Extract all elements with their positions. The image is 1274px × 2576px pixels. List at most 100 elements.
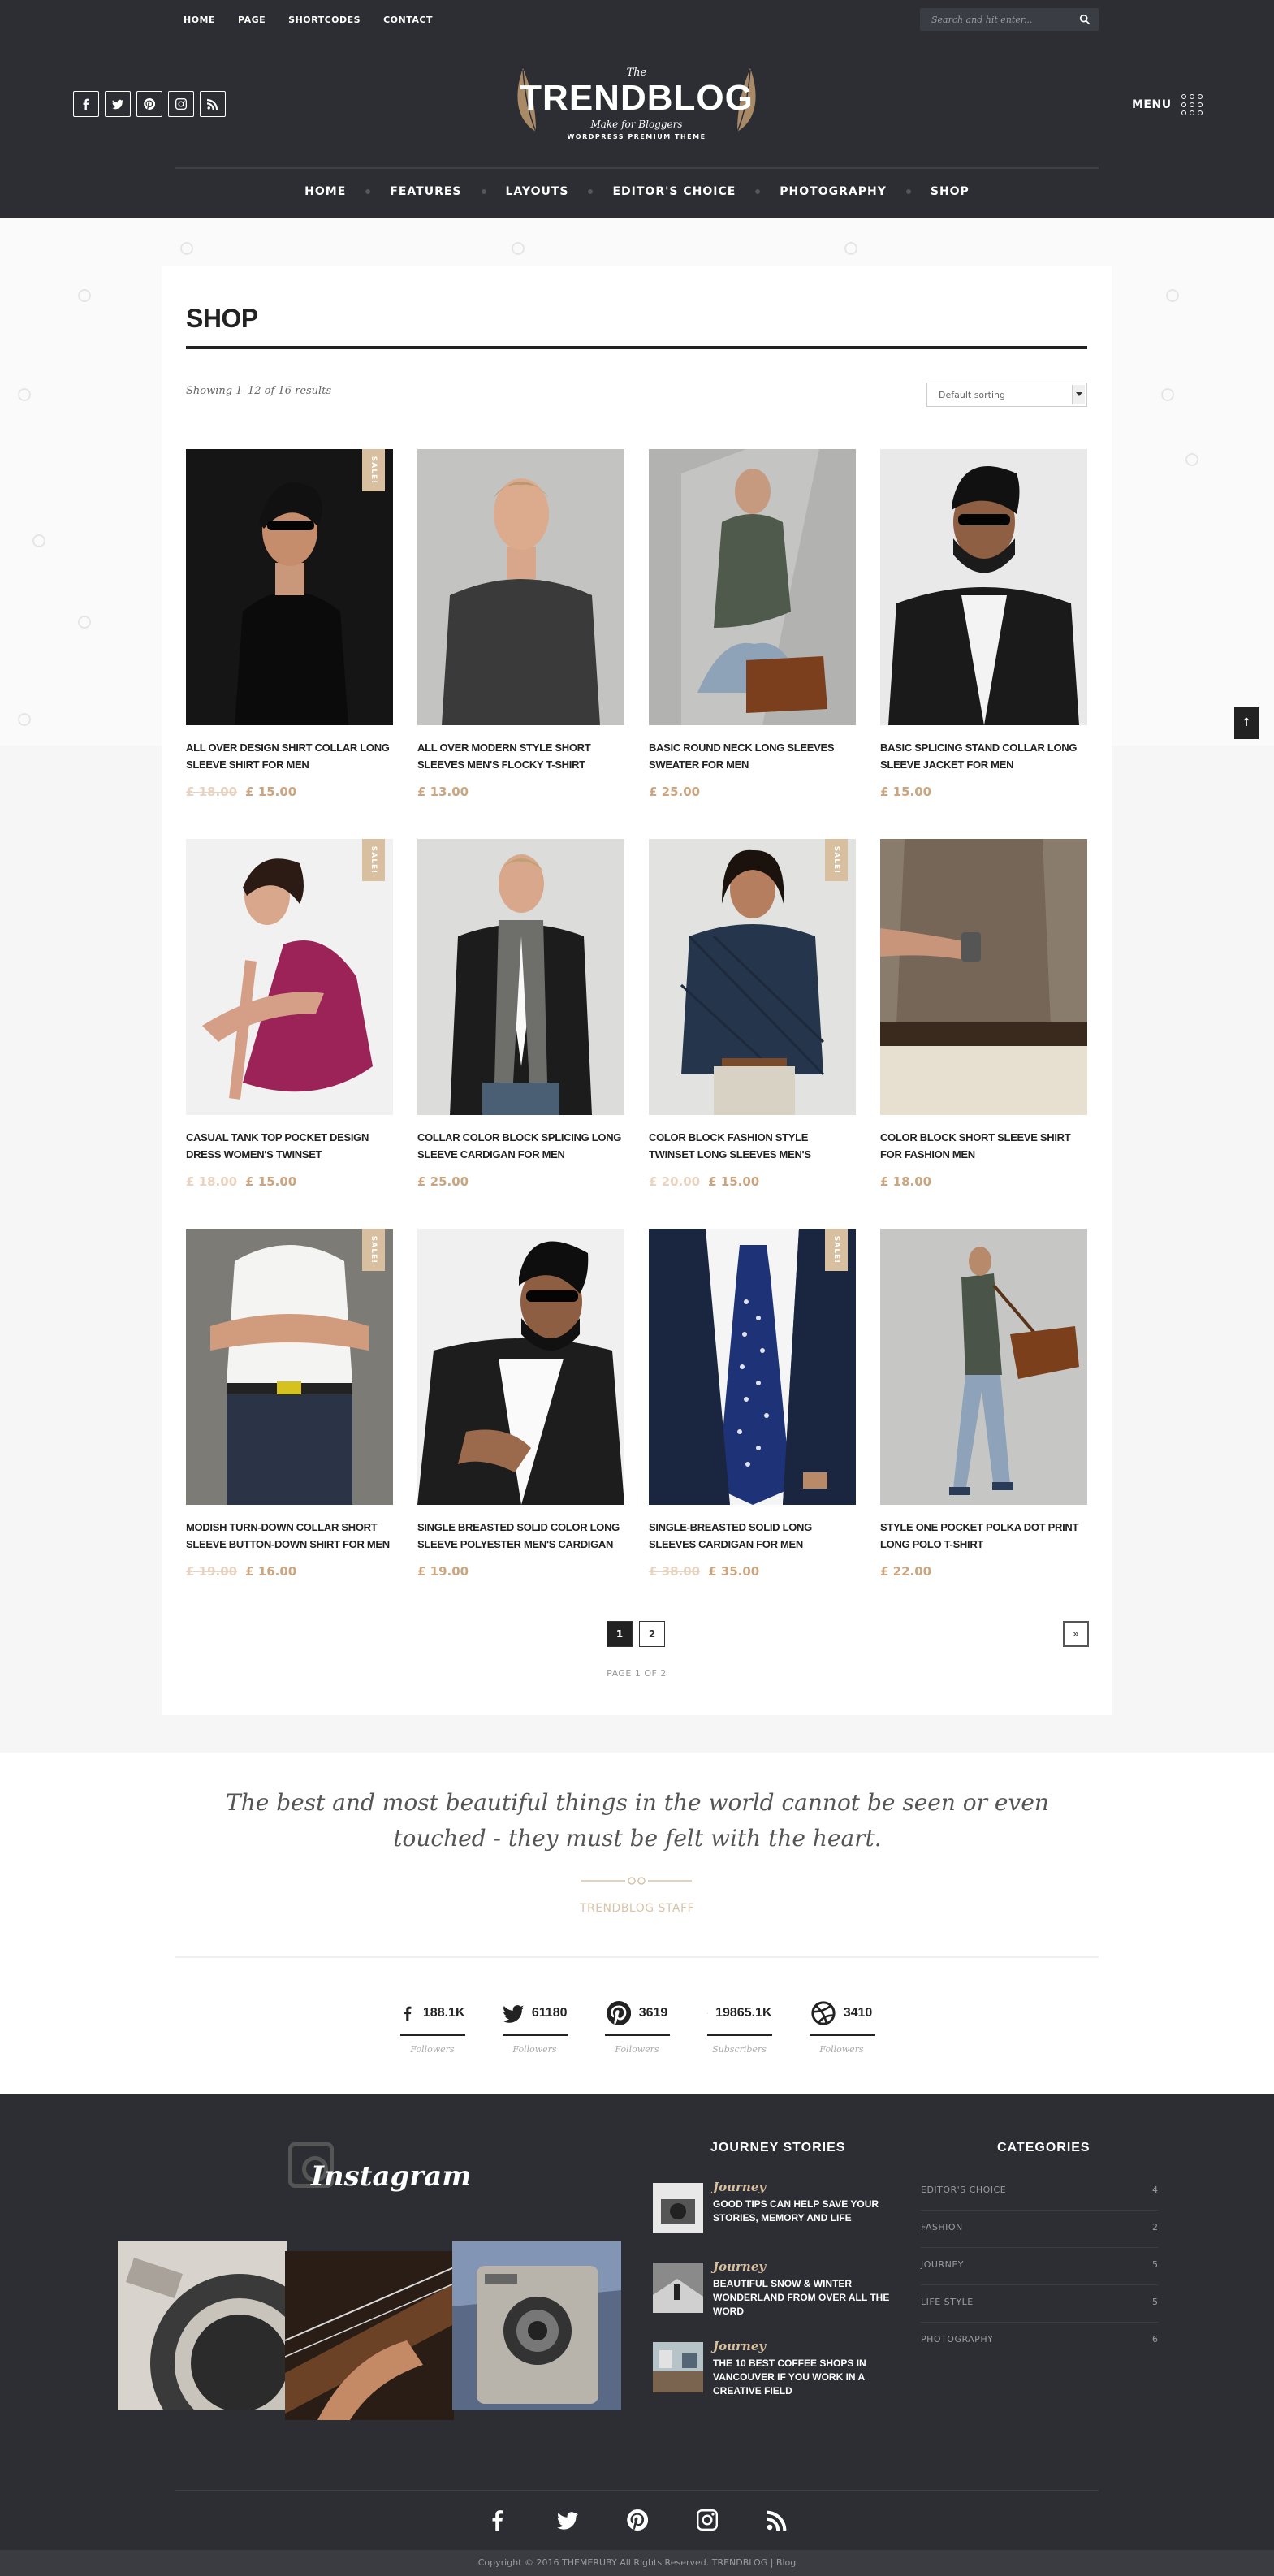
product-image[interactable]: [880, 839, 1087, 1115]
product-card[interactable]: SALE! COLOR BLOCK FASHION STYLE TWINSET …: [649, 839, 856, 1229]
main-nav: HOME FEATURES LAYOUTS EDITOR'S CHOICE PH…: [0, 185, 1274, 198]
top-menu-page[interactable]: PAGE: [238, 15, 266, 25]
counter-dribbble[interactable]: 3410 Followers: [809, 1998, 875, 2055]
product-image[interactable]: SALE!: [186, 449, 393, 725]
product-name[interactable]: COLOR BLOCK FASHION STYLE TWINSET LONG S…: [649, 1129, 856, 1163]
nav-shop[interactable]: SHOP: [919, 185, 981, 198]
category-item[interactable]: EDITOR'S CHOICE 4: [921, 2173, 1158, 2211]
product-price: £ 22.00: [880, 1564, 931, 1579]
product-card[interactable]: BASIC ROUND NECK LONG SLEEVES SWEATER FO…: [649, 449, 856, 839]
instagram-photo[interactable]: [285, 2251, 454, 2420]
product-image[interactable]: [880, 449, 1087, 725]
product-card[interactable]: ALL OVER MODERN STYLE SHORT SLEEVES MEN'…: [417, 449, 624, 839]
twitter-link[interactable]: [105, 91, 131, 117]
footer-rss-link[interactable]: [766, 2509, 788, 2534]
product-name[interactable]: BASIC SPLICING STAND COLLAR LONG SLEEVE …: [880, 739, 1087, 773]
product-card[interactable]: SINGLE BREASTED SOLID COLOR LONG SLEEVE …: [417, 1229, 624, 1619]
old-price: £ 18.00: [186, 1174, 238, 1189]
product-name[interactable]: BASIC ROUND NECK LONG SLEEVES SWEATER FO…: [649, 739, 856, 773]
product-image[interactable]: [417, 1229, 624, 1505]
instagram-photo[interactable]: [118, 2241, 287, 2410]
product-card[interactable]: COLOR BLOCK SHORT SLEEVE SHIRT FOR FASHI…: [880, 839, 1087, 1229]
categories-title: CATEGORIES: [997, 2141, 1090, 2155]
rss-link[interactable]: [200, 91, 226, 117]
pinterest-link[interactable]: [136, 91, 162, 117]
story-category: Journey: [713, 2259, 767, 2274]
counter-pinterest[interactable]: 3619 Followers: [604, 1998, 670, 2055]
story-item[interactable]: Journey GOOD TIPS CAN HELP SAVE YOUR STO…: [653, 2180, 896, 2233]
product-name[interactable]: COLOR BLOCK SHORT SLEEVE SHIRT FOR FASHI…: [880, 1129, 1087, 1163]
footer-facebook-link[interactable]: [487, 2509, 508, 2534]
product-image[interactable]: [417, 839, 624, 1115]
story-item[interactable]: Journey BEAUTIFUL SNOW & WINTER WONDERLA…: [653, 2259, 896, 2317]
product-card[interactable]: SALE! MODISH TURN-DOWN COLLAR SHORT SLEE…: [186, 1229, 393, 1619]
instagram-photo[interactable]: [452, 2241, 621, 2410]
product-card[interactable]: SALE! ALL OVER DESIGN SHIRT COLLAR LONG …: [186, 449, 393, 839]
story-category: Journey: [713, 2180, 767, 2194]
category-item[interactable]: PHOTOGRAPHY 6: [921, 2323, 1158, 2360]
product-image[interactable]: SALE!: [186, 839, 393, 1115]
next-page-button[interactable]: »: [1063, 1621, 1089, 1647]
back-to-top-button[interactable]: ↑: [1234, 707, 1259, 739]
category-item[interactable]: FASHION 2: [921, 2211, 1158, 2248]
product-name[interactable]: STYLE ONE POCKET POLKA DOT PRINT LONG PO…: [880, 1519, 1087, 1553]
product-name[interactable]: SINGLE-BREASTED SOLID LONG SLEEVES CARDI…: [649, 1519, 856, 1553]
product-name[interactable]: COLLAR COLOR BLOCK SPLICING LONG SLEEVE …: [417, 1129, 624, 1163]
product-card[interactable]: STYLE ONE POCKET POLKA DOT PRINT LONG PO…: [880, 1229, 1087, 1619]
product-image[interactable]: SALE!: [649, 1229, 856, 1505]
product-card[interactable]: BASIC SPLICING STAND COLLAR LONG SLEEVE …: [880, 449, 1087, 839]
product-price: £ 25.00: [417, 1174, 469, 1189]
dribbble-icon: [811, 2001, 836, 2025]
menu-toggle-button[interactable]: MENU: [1132, 94, 1203, 115]
category-item[interactable]: JOURNEY 5: [921, 2248, 1158, 2285]
product-name[interactable]: MODISH TURN-DOWN COLLAR SHORT SLEEVE BUT…: [186, 1519, 393, 1553]
counter-value: 188.1K: [422, 2006, 465, 2020]
product-name[interactable]: CASUAL TANK TOP POCKET DESIGN DRESS WOME…: [186, 1129, 393, 1163]
result-count: Showing 1–12 of 16 results: [186, 385, 332, 397]
product-image[interactable]: SALE!: [186, 1229, 393, 1505]
logo-name: TRENDBLOG: [520, 78, 754, 118]
product-image[interactable]: [649, 449, 856, 725]
product-image[interactable]: [880, 1229, 1087, 1505]
footer-twitter-link[interactable]: [556, 2509, 578, 2534]
nav-photography[interactable]: PHOTOGRAPHY: [768, 185, 898, 198]
nav-editors-choice[interactable]: EDITOR'S CHOICE: [601, 185, 747, 198]
counter-value: 61180: [531, 2006, 568, 2020]
counter-twitter[interactable]: 61180 Followers: [502, 1998, 568, 2055]
product-price: £ 18.00 £ 15.00: [186, 784, 296, 799]
story-item[interactable]: Journey THE 10 BEST COFFEE SHOPS IN VANC…: [653, 2339, 896, 2397]
nav-divider: [175, 167, 1099, 169]
footer-instagram-link[interactable]: [696, 2509, 718, 2534]
facebook-link[interactable]: [73, 91, 99, 117]
nav-home[interactable]: HOME: [293, 185, 357, 198]
site-logo[interactable]: The TRENDBLOG Make for Bloggers WORDPRES…: [507, 60, 767, 148]
search-input[interactable]: [920, 8, 1066, 31]
product-image[interactable]: [417, 449, 624, 725]
shop-content: SHOP Showing 1–12 of 16 results Default …: [162, 266, 1112, 1715]
page-link-2[interactable]: 2: [639, 1621, 665, 1647]
counter-facebook[interactable]: 188.1K Followers: [399, 1998, 465, 2055]
nav-layouts[interactable]: LAYOUTS: [494, 185, 581, 198]
product-card[interactable]: SALE! CASUAL TANK TOP POCKET DESIGN DRES…: [186, 839, 393, 1229]
top-menu-shortcodes[interactable]: SHORTCODES: [288, 15, 361, 25]
page-link-1[interactable]: 1: [607, 1621, 633, 1647]
nav-features[interactable]: FEATURES: [378, 185, 473, 198]
sort-select[interactable]: Default sorting: [926, 383, 1087, 407]
current-price: £ 13.00: [417, 784, 469, 799]
product-name[interactable]: ALL OVER MODERN STYLE SHORT SLEEVES MEN'…: [417, 739, 624, 773]
instagram-link[interactable]: [168, 91, 194, 117]
category-item[interactable]: LIFE STYLE 5: [921, 2285, 1158, 2323]
logo-tagline: Make for Bloggers: [590, 119, 683, 130]
old-price: £ 18.00: [186, 784, 238, 799]
search-icon[interactable]: [1079, 14, 1090, 25]
product-name[interactable]: SINGLE BREASTED SOLID COLOR LONG SLEEVE …: [417, 1519, 624, 1553]
top-menu-contact[interactable]: CONTACT: [383, 15, 433, 25]
product-card[interactable]: COLLAR COLOR BLOCK SPLICING LONG SLEEVE …: [417, 839, 624, 1229]
footer-pinterest-link[interactable]: [626, 2509, 648, 2534]
counter-youtube[interactable]: 19865.1K Subscribers: [706, 1998, 772, 2055]
product-name[interactable]: ALL OVER DESIGN SHIRT COLLAR LONG SLEEVE…: [186, 739, 393, 773]
top-menu-home[interactable]: HOME: [184, 15, 215, 25]
facebook-icon: [404, 2006, 411, 2021]
product-image[interactable]: SALE!: [649, 839, 856, 1115]
product-card[interactable]: SALE! SINGLE-BREASTED SOLID LONG SLEEVES…: [649, 1229, 856, 1619]
